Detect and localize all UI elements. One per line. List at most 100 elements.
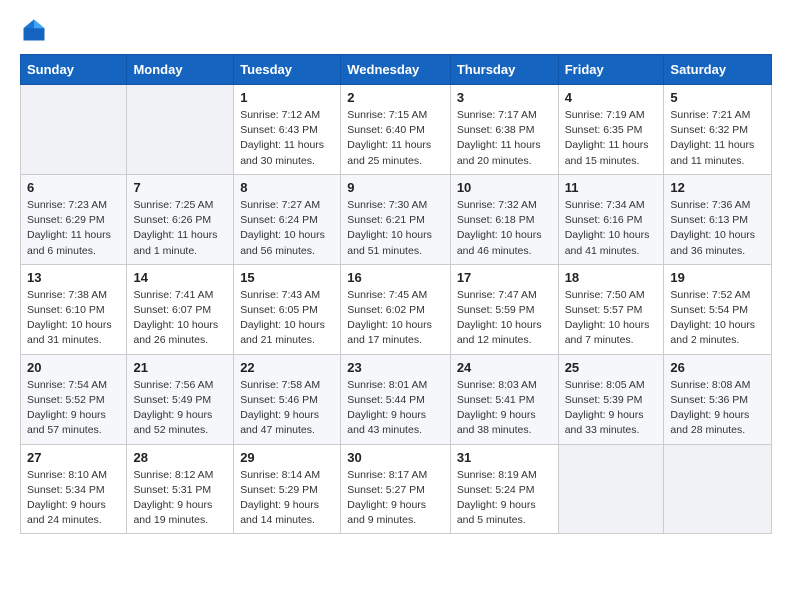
- day-header-friday: Friday: [558, 55, 664, 85]
- day-info: Sunrise: 7:47 AMSunset: 5:59 PMDaylight:…: [457, 288, 552, 349]
- calendar-cell: 20 Sunrise: 7:54 AMSunset: 5:52 PMDayligh…: [21, 354, 127, 444]
- calendar-cell: 31 Sunrise: 8:19 AMSunset: 5:24 PMDayligh…: [450, 444, 558, 534]
- logo-icon: [20, 16, 48, 44]
- day-info: Sunrise: 7:45 AMSunset: 6:02 PMDaylight:…: [347, 288, 444, 349]
- day-info: Sunrise: 8:08 AMSunset: 5:36 PMDaylight:…: [670, 378, 765, 439]
- day-info: Sunrise: 8:01 AMSunset: 5:44 PMDaylight:…: [347, 378, 444, 439]
- day-header-wednesday: Wednesday: [341, 55, 451, 85]
- day-info: Sunrise: 7:43 AMSunset: 6:05 PMDaylight:…: [240, 288, 334, 349]
- day-number: 15: [240, 270, 334, 285]
- day-info: Sunrise: 7:15 AMSunset: 6:40 PMDaylight:…: [347, 108, 444, 169]
- calendar-table: SundayMondayTuesdayWednesdayThursdayFrid…: [20, 54, 772, 534]
- calendar-cell: 15 Sunrise: 7:43 AMSunset: 6:05 PMDayligh…: [234, 264, 341, 354]
- day-number: 3: [457, 90, 552, 105]
- day-header-tuesday: Tuesday: [234, 55, 341, 85]
- day-number: 14: [133, 270, 227, 285]
- day-info: Sunrise: 8:03 AMSunset: 5:41 PMDaylight:…: [457, 378, 552, 439]
- calendar-cell: 2 Sunrise: 7:15 AMSunset: 6:40 PMDaylight…: [341, 85, 451, 175]
- calendar-cell: 3 Sunrise: 7:17 AMSunset: 6:38 PMDaylight…: [450, 85, 558, 175]
- day-info: Sunrise: 7:52 AMSunset: 5:54 PMDaylight:…: [670, 288, 765, 349]
- day-info: Sunrise: 7:17 AMSunset: 6:38 PMDaylight:…: [457, 108, 552, 169]
- week-row-1: 1Sunrise: 7:12 AMSunset: 6:43 PMDaylight…: [21, 85, 772, 175]
- day-number: 23: [347, 360, 444, 375]
- day-info: Sunrise: 7:41 AMSunset: 6:07 PMDaylight:…: [133, 288, 227, 349]
- day-number: 8: [240, 180, 334, 195]
- calendar-cell: 6 Sunrise: 7:23 AMSunset: 6:29 PMDaylight…: [21, 174, 127, 264]
- day-number: 5: [670, 90, 765, 105]
- day-info: Sunrise: 7:36 AMSunset: 6:13 PMDaylight:…: [670, 198, 765, 259]
- day-number: 22: [240, 360, 334, 375]
- day-info: Sunrise: 7:25 AMSunset: 6:26 PMDaylight:…: [133, 198, 227, 259]
- day-number: 11: [565, 180, 658, 195]
- calendar-cell: 18Sunrise: 7:50 AMSunset: 5:57 PMDayligh…: [558, 264, 664, 354]
- calendar-cell: 17 Sunrise: 7:47 AMSunset: 5:59 PMDayligh…: [450, 264, 558, 354]
- day-number: 1: [240, 90, 334, 105]
- calendar-cell: [127, 85, 234, 175]
- day-info: Sunrise: 7:38 AMSunset: 6:10 PMDaylight:…: [27, 288, 120, 349]
- day-number: 4: [565, 90, 658, 105]
- day-info: Sunrise: 8:17 AMSunset: 5:27 PMDaylight:…: [347, 468, 444, 529]
- day-number: 7: [133, 180, 227, 195]
- day-number: 17: [457, 270, 552, 285]
- week-row-2: 6 Sunrise: 7:23 AMSunset: 6:29 PMDaylight…: [21, 174, 772, 264]
- calendar-header-row: SundayMondayTuesdayWednesdayThursdayFrid…: [21, 55, 772, 85]
- day-info: Sunrise: 7:56 AMSunset: 5:49 PMDaylight:…: [133, 378, 227, 439]
- calendar-cell: 25 Sunrise: 8:05 AMSunset: 5:39 PMDayligh…: [558, 354, 664, 444]
- day-number: 28: [133, 450, 227, 465]
- day-number: 18: [565, 270, 658, 285]
- week-row-4: 20 Sunrise: 7:54 AMSunset: 5:52 PMDayligh…: [21, 354, 772, 444]
- day-number: 6: [27, 180, 120, 195]
- day-number: 25: [565, 360, 658, 375]
- calendar-cell: 19 Sunrise: 7:52 AMSunset: 5:54 PMDayligh…: [664, 264, 772, 354]
- calendar-cell: 26 Sunrise: 8:08 AMSunset: 5:36 PMDayligh…: [664, 354, 772, 444]
- day-header-thursday: Thursday: [450, 55, 558, 85]
- calendar-cell: [21, 85, 127, 175]
- day-info: Sunrise: 8:12 AMSunset: 5:31 PMDaylight:…: [133, 468, 227, 529]
- calendar-cell: 28 Sunrise: 8:12 AMSunset: 5:31 PMDayligh…: [127, 444, 234, 534]
- day-header-monday: Monday: [127, 55, 234, 85]
- calendar-cell: 24 Sunrise: 8:03 AMSunset: 5:41 PMDayligh…: [450, 354, 558, 444]
- calendar-cell: 8Sunrise: 7:27 AMSunset: 6:24 PMDaylight…: [234, 174, 341, 264]
- day-info: Sunrise: 8:14 AMSunset: 5:29 PMDaylight:…: [240, 468, 334, 529]
- calendar-cell: 12 Sunrise: 7:36 AMSunset: 6:13 PMDayligh…: [664, 174, 772, 264]
- calendar-cell: 22Sunrise: 7:58 AMSunset: 5:46 PMDayligh…: [234, 354, 341, 444]
- week-row-5: 27Sunrise: 8:10 AMSunset: 5:34 PMDayligh…: [21, 444, 772, 534]
- day-info: Sunrise: 7:23 AMSunset: 6:29 PMDaylight:…: [27, 198, 120, 259]
- day-info: Sunrise: 7:34 AMSunset: 6:16 PMDaylight:…: [565, 198, 658, 259]
- calendar-cell: 21 Sunrise: 7:56 AMSunset: 5:49 PMDayligh…: [127, 354, 234, 444]
- day-info: Sunrise: 7:19 AMSunset: 6:35 PMDaylight:…: [565, 108, 658, 169]
- day-number: 2: [347, 90, 444, 105]
- day-number: 21: [133, 360, 227, 375]
- day-number: 26: [670, 360, 765, 375]
- day-number: 29: [240, 450, 334, 465]
- day-number: 12: [670, 180, 765, 195]
- day-number: 13: [27, 270, 120, 285]
- day-number: 10: [457, 180, 552, 195]
- calendar-cell: 29 Sunrise: 8:14 AMSunset: 5:29 PMDayligh…: [234, 444, 341, 534]
- calendar-cell: 11 Sunrise: 7:34 AMSunset: 6:16 PMDayligh…: [558, 174, 664, 264]
- day-number: 31: [457, 450, 552, 465]
- day-number: 30: [347, 450, 444, 465]
- day-number: 24: [457, 360, 552, 375]
- calendar-cell: 7 Sunrise: 7:25 AMSunset: 6:26 PMDaylight…: [127, 174, 234, 264]
- day-info: Sunrise: 8:19 AMSunset: 5:24 PMDaylight:…: [457, 468, 552, 529]
- day-number: 19: [670, 270, 765, 285]
- calendar-cell: 27Sunrise: 8:10 AMSunset: 5:34 PMDayligh…: [21, 444, 127, 534]
- day-number: 16: [347, 270, 444, 285]
- calendar-cell: 1Sunrise: 7:12 AMSunset: 6:43 PMDaylight…: [234, 85, 341, 175]
- calendar-cell: 5Sunrise: 7:21 AMSunset: 6:32 PMDaylight…: [664, 85, 772, 175]
- calendar-cell: 4 Sunrise: 7:19 AMSunset: 6:35 PMDaylight…: [558, 85, 664, 175]
- day-number: 20: [27, 360, 120, 375]
- calendar-cell: 9Sunrise: 7:30 AMSunset: 6:21 PMDaylight…: [341, 174, 451, 264]
- header: [20, 16, 772, 44]
- day-info: Sunrise: 8:05 AMSunset: 5:39 PMDaylight:…: [565, 378, 658, 439]
- calendar-cell: 30 Sunrise: 8:17 AMSunset: 5:27 PMDayligh…: [341, 444, 451, 534]
- day-info: Sunrise: 7:32 AMSunset: 6:18 PMDaylight:…: [457, 198, 552, 259]
- calendar-cell: 16 Sunrise: 7:45 AMSunset: 6:02 PMDayligh…: [341, 264, 451, 354]
- day-info: Sunrise: 7:30 AMSunset: 6:21 PMDaylight:…: [347, 198, 444, 259]
- day-info: Sunrise: 8:10 AMSunset: 5:34 PMDaylight:…: [27, 468, 120, 529]
- calendar-cell: 13 Sunrise: 7:38 AMSunset: 6:10 PMDayligh…: [21, 264, 127, 354]
- day-info: Sunrise: 7:54 AMSunset: 5:52 PMDaylight:…: [27, 378, 120, 439]
- day-header-sunday: Sunday: [21, 55, 127, 85]
- calendar-cell: 10 Sunrise: 7:32 AMSunset: 6:18 PMDayligh…: [450, 174, 558, 264]
